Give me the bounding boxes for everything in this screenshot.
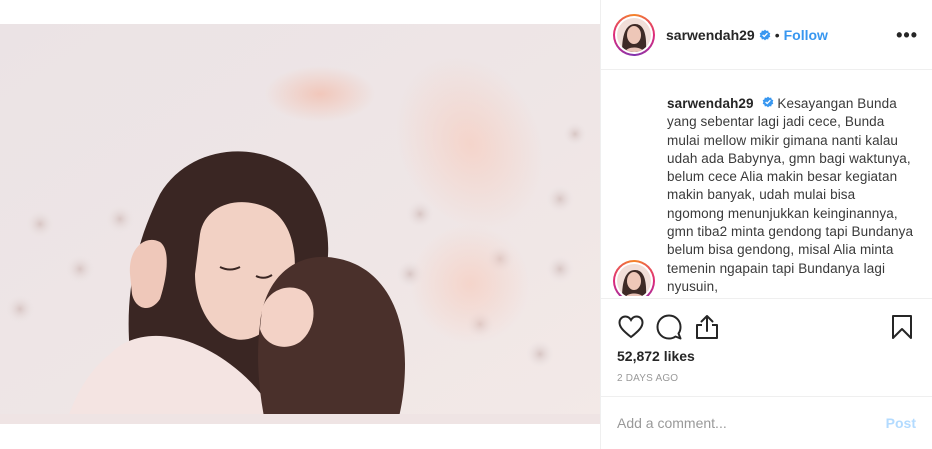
caption-avatar-image <box>617 264 651 296</box>
caption-verified-badge-icon <box>762 96 774 108</box>
post-comment-button[interactable]: Post <box>886 415 916 431</box>
post-photo-illustration <box>0 24 600 424</box>
caption-text: Kesayangan Bunda yang sebentar lagi jadi… <box>667 96 914 294</box>
post-header: sarwendah29 • Follow ••• <box>601 0 932 70</box>
more-options-icon[interactable]: ••• <box>896 26 918 44</box>
comment-input[interactable] <box>617 415 886 431</box>
comment-icon[interactable] <box>655 313 683 341</box>
likes-count[interactable]: 52,872 likes <box>617 347 916 365</box>
post-photo[interactable] <box>0 24 600 424</box>
avatar[interactable] <box>613 13 655 56</box>
action-icons-row <box>617 299 916 351</box>
header-username[interactable]: sarwendah29 <box>666 26 755 44</box>
verified-badge-icon <box>759 29 771 41</box>
actions-section: 52,872 likes 2 DAYS AGO <box>601 298 932 392</box>
caption-avatar[interactable] <box>613 260 655 296</box>
post-caption: sarwendah29 Kesayangan Bunda yang sebent… <box>667 95 916 296</box>
post-sidebar: sarwendah29 • Follow ••• sarwendah29 Kes… <box>600 0 932 449</box>
add-comment-bar: Post <box>601 396 932 449</box>
heart-icon[interactable] <box>617 313 645 341</box>
caption-username[interactable]: sarwendah29 <box>667 96 754 111</box>
header-separator: • <box>774 26 780 43</box>
bookmark-icon[interactable] <box>888 313 916 341</box>
avatar-image <box>617 17 651 52</box>
post-timestamp[interactable]: 2 DAYS AGO <box>617 373 916 384</box>
share-icon[interactable] <box>693 313 721 341</box>
follow-button[interactable]: Follow <box>784 27 828 43</box>
instagram-post-page: sarwendah29 • Follow ••• sarwendah29 Kes… <box>0 0 932 449</box>
comments-area[interactable]: sarwendah29 Kesayangan Bunda yang sebent… <box>601 71 932 296</box>
